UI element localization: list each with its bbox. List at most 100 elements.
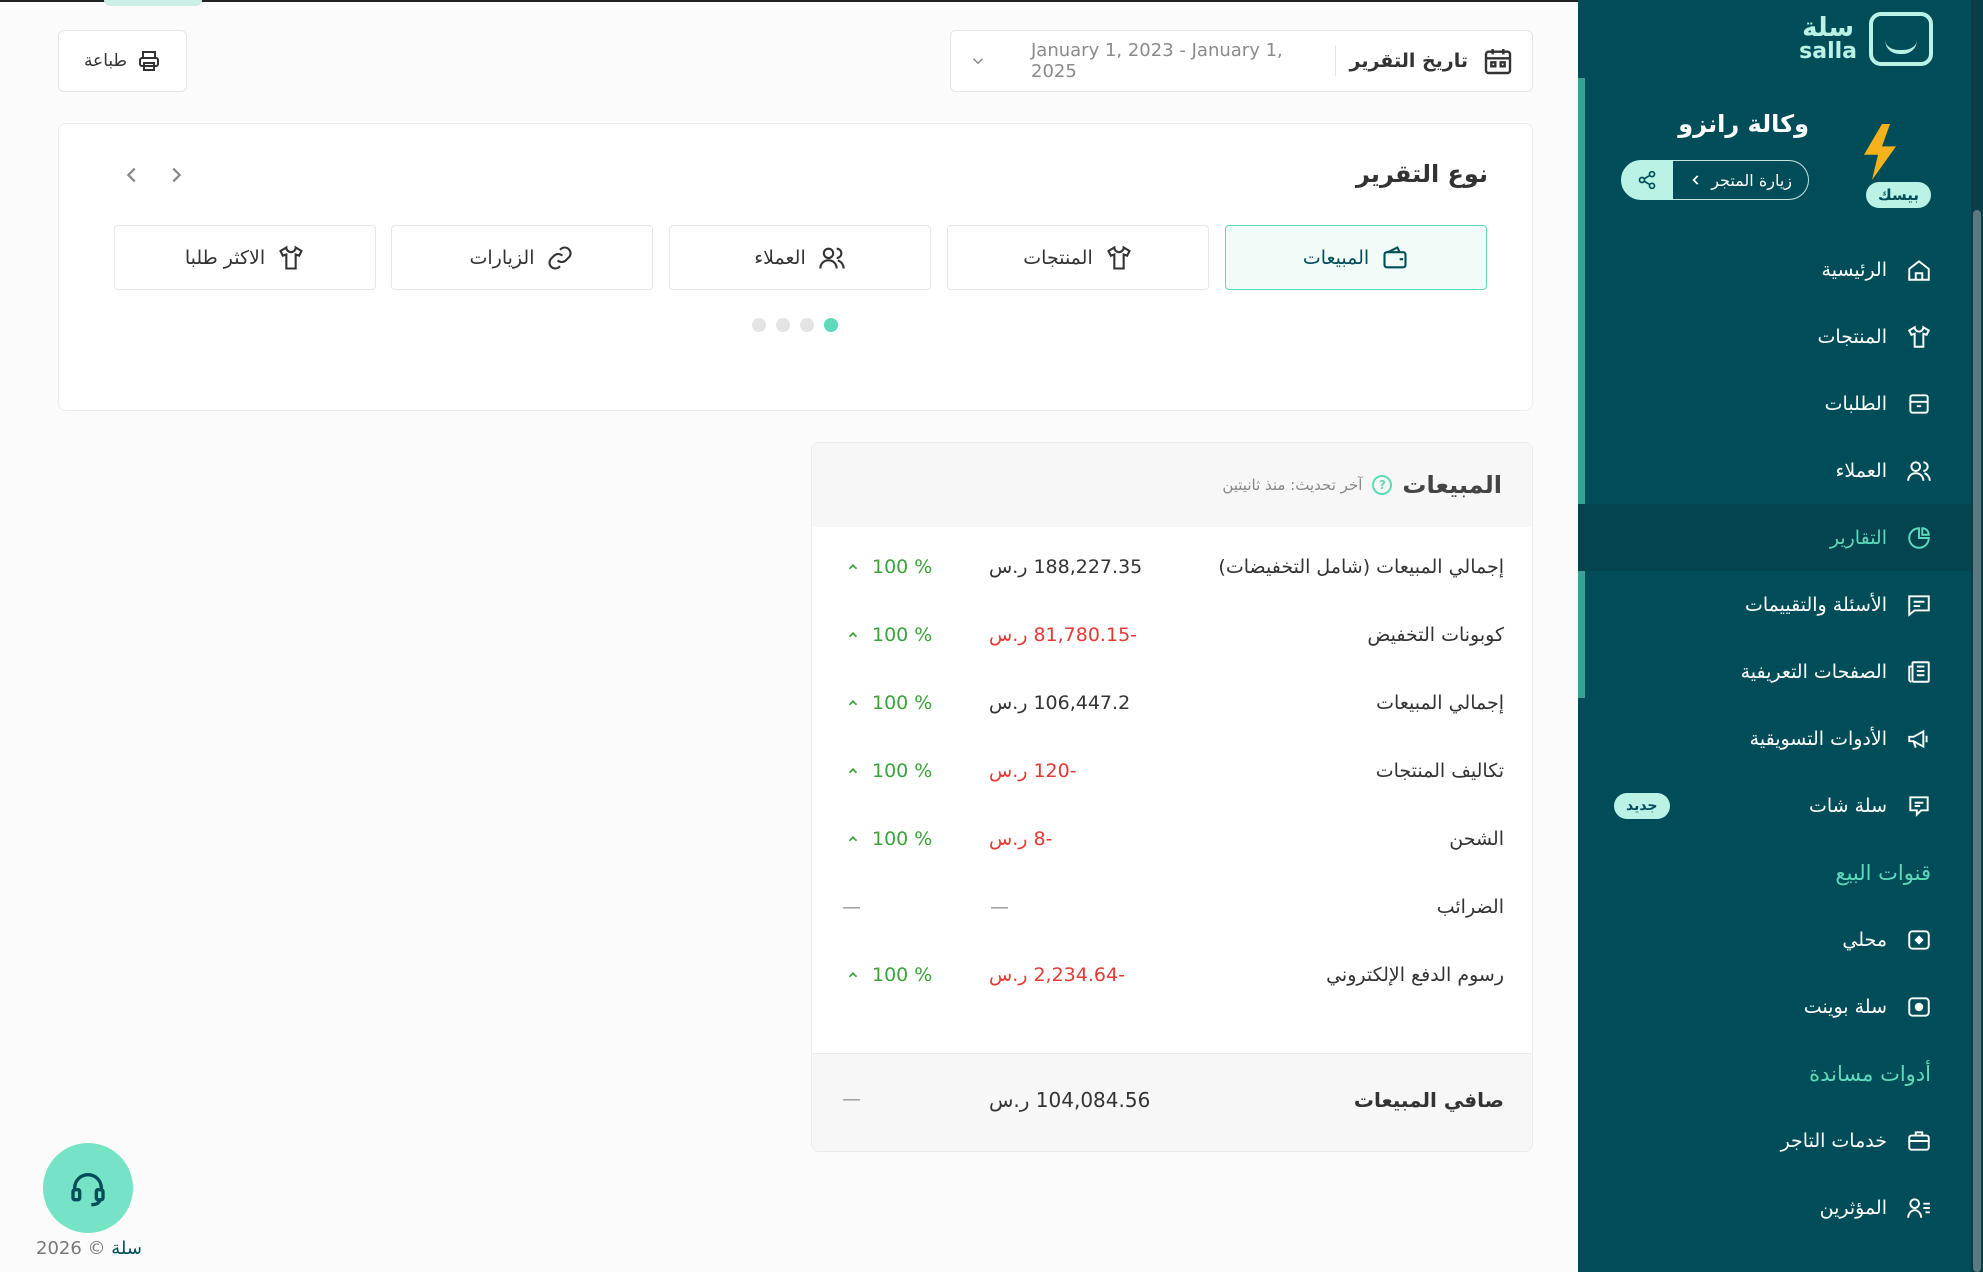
tab-sales[interactable]: المبيعات: [1225, 225, 1487, 290]
copyright-brand-link[interactable]: سلة: [111, 1238, 142, 1259]
table-row: الشحن -8 ر.س 100 %: [812, 808, 1532, 876]
help-icon[interactable]: ?: [1372, 475, 1393, 495]
sidebar-item-products[interactable]: المنتجات: [1578, 303, 1971, 370]
sidebar-item-home[interactable]: الرئيسية: [1578, 236, 1971, 303]
carousel-dot[interactable]: [752, 318, 766, 332]
support-button[interactable]: [43, 1143, 133, 1233]
tab-customers[interactable]: العملاء: [669, 225, 931, 290]
headset-icon: [71, 1173, 105, 1207]
tab-products[interactable]: المنتجات: [947, 225, 1209, 290]
report-date-picker[interactable]: تاريخ التقرير January 1, 2023 - January …: [950, 30, 1533, 92]
date-label: تاريخ التقرير: [1349, 50, 1469, 72]
arrow-up-icon: [848, 768, 858, 774]
chevron-left-icon[interactable]: [121, 164, 143, 186]
visit-store-button[interactable]: زيارة المتجر: [1673, 160, 1809, 200]
carousel-dot[interactable]: [800, 318, 814, 332]
shirt-icon: [279, 245, 304, 270]
carousel-dot[interactable]: [776, 318, 790, 332]
copyright: 2026 © سلة: [36, 1238, 142, 1259]
sidebar-item-label: العملاء: [1835, 459, 1888, 482]
row-amount: 106,447.2 ر.س: [989, 692, 1131, 714]
copyright-prefix: 2026 ©: [36, 1238, 106, 1259]
row-change: 100 %: [846, 692, 932, 714]
logo-text-ar: سلة: [1802, 13, 1855, 43]
print-button[interactable]: طباعة: [58, 30, 187, 92]
section-support-tools: أدوات مساندة: [1809, 1061, 1931, 1086]
arrow-up-icon: [848, 836, 858, 842]
sidebar-item-label: الأدوات التسويقية: [1749, 727, 1887, 750]
calendar-icon: [1484, 49, 1512, 75]
sidebar-item-reports[interactable]: التقارير: [1578, 504, 1971, 571]
sales-header: المبيعات ? آخر تحديث: منذ ثانيتين: [812, 443, 1532, 527]
top-tab-indicator: [104, 0, 202, 6]
row-change: 100 %: [846, 828, 932, 850]
arrow-up-icon: [848, 632, 858, 638]
bolt-icon: [1864, 124, 1896, 180]
tab-visits[interactable]: الزيارات: [391, 225, 653, 290]
sidebar-item-label: محلي: [1842, 928, 1887, 951]
sidebar-item-customers[interactable]: العملاء: [1578, 437, 1971, 504]
sidebar-item-label: الأسئلة والتقييمات: [1745, 593, 1887, 616]
row-label: تكاليف المنتجات: [1375, 760, 1504, 782]
new-badge: جديد: [1614, 792, 1670, 819]
sidebar-item-merchant-services[interactable]: خدمات التاجر: [1578, 1107, 1971, 1174]
section-sales-channels: قنوات البيع: [1835, 860, 1931, 885]
sidebar-item-label: الرئيسية: [1821, 258, 1887, 281]
arrow-up-icon: [848, 972, 858, 978]
chevron-right-icon[interactable]: [165, 164, 187, 186]
newspaper-icon: [1905, 658, 1933, 686]
carousel-arrows: [121, 164, 187, 186]
sidebar-item-salla-point[interactable]: سلة بوينت: [1578, 973, 1971, 1040]
sidebar-item-label: سلة شات: [1808, 794, 1887, 817]
sidebar-item-reviews[interactable]: الأسئلة والتقييمات: [1578, 571, 1971, 638]
sidebar-item-label: المنتجات: [1817, 325, 1887, 348]
visit-store-group: زيارة المتجر: [1621, 160, 1809, 200]
sidebar-item-orders[interactable]: الطلبات: [1578, 370, 1971, 437]
report-type-title: نوع التقرير: [1356, 160, 1488, 188]
store-icon: [1905, 926, 1933, 954]
sidebar-item-salla-chat[interactable]: سلة شات جديد: [1578, 772, 1971, 839]
net-sales-label: صافي المبيعات: [1353, 1088, 1504, 1112]
carousel-dot-active[interactable]: [824, 318, 838, 332]
row-label: إجمالي المبيعات (شامل التخفيضات): [1218, 556, 1504, 578]
logo-text: سلة salla: [1799, 15, 1857, 63]
tab-most-ordered[interactable]: الاكثر طلبا: [114, 225, 376, 290]
page-scrollbar[interactable]: [1971, 0, 1983, 1272]
row-amount: -2,234.64 ر.س: [989, 964, 1125, 986]
tab-label: الزيارات: [469, 246, 535, 269]
last-update: آخر تحديث: منذ ثانيتين: [1222, 476, 1363, 494]
visit-store-label: زيارة المتجر: [1711, 170, 1792, 190]
users-icon: [1905, 457, 1933, 485]
shirt-icon: [1905, 323, 1933, 351]
row-amount: -81,780.15 ر.س: [989, 624, 1138, 646]
sidebar: سلة salla وكالة رانزو بيسك زيارة المتجر …: [1578, 0, 1971, 1272]
change-value: 100 %: [872, 964, 933, 986]
table-row: إجمالي المبيعات (شامل التخفيضات) 188,227…: [812, 536, 1532, 604]
pos-icon: [1905, 993, 1933, 1021]
shirt-icon: [1106, 245, 1131, 270]
megaphone-icon: [1905, 725, 1933, 753]
store-logo: [1846, 120, 1916, 190]
tab-label: الاكثر طلبا: [184, 246, 266, 269]
sidebar-item-marketing[interactable]: الأدوات التسويقية: [1578, 705, 1971, 772]
change-value: 100 %: [872, 692, 933, 714]
sidebar-item-influencers[interactable]: المؤثرين: [1578, 1174, 1971, 1241]
share-button[interactable]: [1621, 160, 1674, 200]
sidebar-item-local[interactable]: محلي: [1578, 906, 1971, 973]
row-change: 100 %: [846, 964, 932, 986]
tab-label: المنتجات: [1023, 246, 1093, 269]
chevron-left-icon: [1692, 175, 1699, 185]
home-icon: [1905, 256, 1933, 284]
sidebar-item-pages[interactable]: الصفحات التعريفية: [1578, 638, 1971, 705]
change-value: 100 %: [872, 556, 933, 578]
scrollbar-thumb[interactable]: [1973, 210, 1981, 1272]
users-icon: [819, 247, 845, 269]
salla-logo[interactable]: سلة salla: [1799, 12, 1933, 66]
chevron-down-icon[interactable]: [969, 52, 987, 70]
table-row: الضرائب — —: [812, 876, 1532, 944]
row-change: —: [842, 896, 861, 918]
sidebar-item-label: المؤثرين: [1819, 1196, 1887, 1219]
store-name: وكالة رانزو: [1678, 110, 1809, 138]
carousel-dots: [752, 318, 838, 332]
logo-mark: [1869, 12, 1933, 66]
